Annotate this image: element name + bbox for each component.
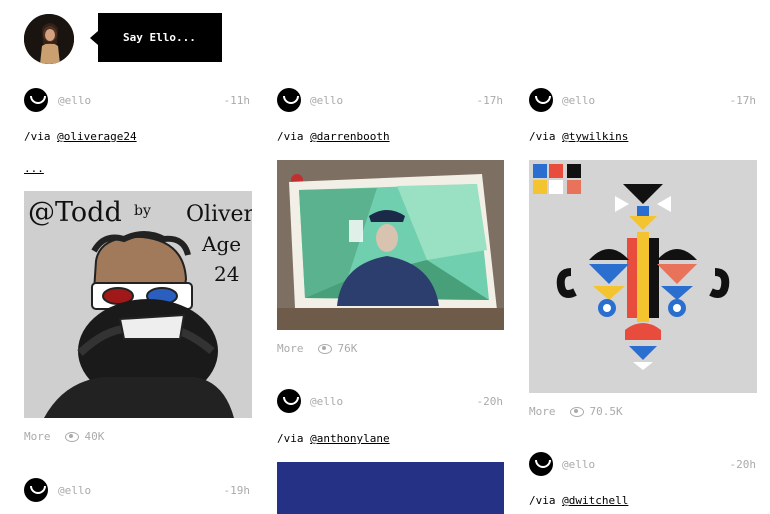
- eye-icon: [569, 407, 584, 417]
- say-ello-bubble[interactable]: Say Ello...: [90, 13, 222, 62]
- eye-icon: [317, 344, 332, 354]
- via-user-link[interactable]: @tywilkins: [562, 130, 628, 143]
- view-count: 70.5K: [589, 405, 623, 418]
- ello-logo-icon[interactable]: [529, 452, 553, 476]
- post-author[interactable]: @ello: [58, 484, 91, 497]
- view-count: 76K: [337, 342, 358, 355]
- more-button[interactable]: More: [24, 430, 51, 443]
- post-time[interactable]: -19h: [190, 484, 251, 497]
- view-count: 40K: [84, 430, 105, 443]
- drawing-text-24: 24: [214, 262, 239, 286]
- via-line: /via @tywilkins: [529, 130, 628, 143]
- bubble-pointer: [90, 31, 98, 45]
- say-ello-label: Say Ello...: [123, 31, 196, 44]
- drawing-text-by: by: [134, 203, 151, 219]
- via-line: /via @oliverage24: [24, 130, 137, 143]
- via-user-link[interactable]: @dwitchell: [562, 494, 628, 507]
- avatar-photo: [24, 14, 74, 64]
- via-prefix: /via: [277, 432, 311, 445]
- via-prefix: /via: [529, 494, 563, 507]
- post-time[interactable]: -17h: [443, 94, 504, 107]
- post-image-geometric[interactable]: [529, 160, 757, 393]
- post-author[interactable]: @ello: [562, 458, 595, 471]
- user-avatar[interactable]: [24, 14, 74, 64]
- via-prefix: /via: [529, 130, 563, 143]
- post-time[interactable]: -11h: [190, 94, 251, 107]
- via-prefix: /via: [277, 130, 311, 143]
- post-image-painting[interactable]: [277, 160, 504, 330]
- more-button[interactable]: More: [529, 405, 556, 418]
- eye-icon: [64, 432, 79, 442]
- ello-logo-icon[interactable]: [24, 478, 48, 502]
- ello-logo-icon[interactable]: [24, 88, 48, 112]
- via-user-link[interactable]: @oliverage24: [57, 130, 136, 143]
- via-line: /via @anthonylane: [277, 432, 390, 445]
- painting-image: [277, 160, 504, 330]
- post-author[interactable]: @ello: [310, 94, 343, 107]
- via-prefix: /via: [24, 130, 58, 143]
- drawing-text-age: Age: [201, 232, 241, 256]
- more-button[interactable]: More: [277, 342, 304, 355]
- post-stats: More 70.5K: [529, 405, 623, 418]
- geometric-illustration: [533, 164, 730, 370]
- via-user-link[interactable]: @darrenbooth: [310, 130, 389, 143]
- post-time[interactable]: -17h: [696, 94, 757, 107]
- post-author[interactable]: @ello: [562, 94, 595, 107]
- post-image-drawing[interactable]: @Todd by Oliver Age 24: [24, 191, 252, 418]
- post-stats: More 76K: [277, 342, 357, 355]
- post-stats: More 40K: [24, 430, 104, 443]
- drawing-text-todd: @Todd: [28, 197, 122, 228]
- ello-logo-icon[interactable]: [277, 88, 301, 112]
- post-time[interactable]: -20h: [443, 395, 504, 408]
- via-user-link[interactable]: @anthonylane: [310, 432, 389, 445]
- drawing-text-oliver: Oliver: [186, 202, 252, 227]
- post-author[interactable]: @ello: [58, 94, 91, 107]
- via-line: /via @dwitchell: [529, 494, 628, 507]
- ello-logo-icon[interactable]: [277, 389, 301, 413]
- via-line: /via @darrenbooth: [277, 130, 390, 143]
- post-image-blue[interactable]: [277, 462, 504, 514]
- post-time[interactable]: -20h: [696, 458, 757, 471]
- ello-logo-icon[interactable]: [529, 88, 553, 112]
- todd-drawing: @Todd by Oliver Age 24: [28, 197, 252, 418]
- read-more-link[interactable]: ...: [24, 162, 44, 175]
- post-author[interactable]: @ello: [310, 395, 343, 408]
